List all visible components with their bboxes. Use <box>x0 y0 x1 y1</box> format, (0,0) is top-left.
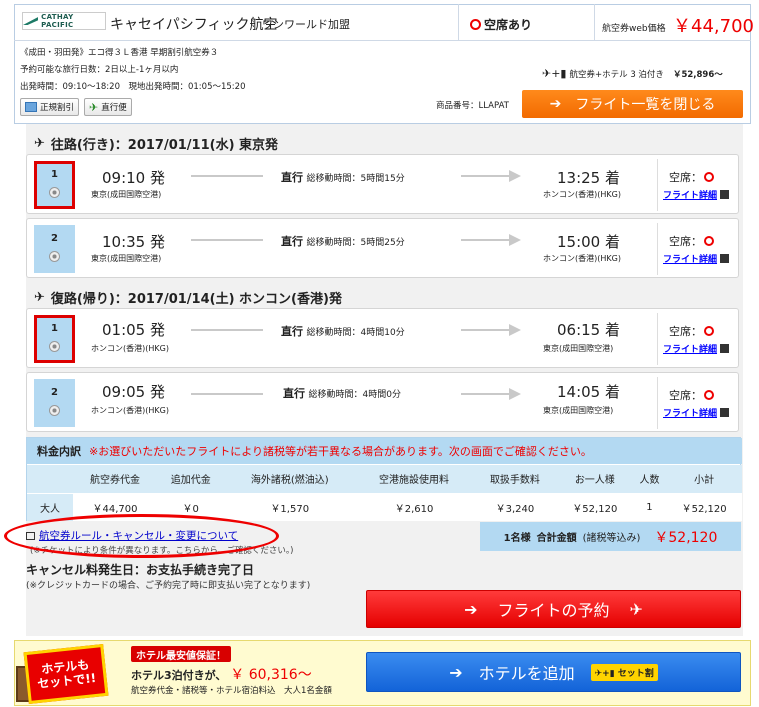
flight-row[interactable]: 1 09:10 発 東京(成田国際空港) 直行 総移動時間：5時間15分 13:… <box>26 154 739 214</box>
arrival-airport: ホンコン(香港)(HKG) <box>543 190 621 199</box>
webprice-label: 航空券web価格 <box>602 24 666 34</box>
hotel-set-badge: ホテルも セットで!! <box>23 643 109 705</box>
set-discount-badge: ✈+▮ セット割 <box>590 663 658 681</box>
flight-duration: 直行 総移動時間：5時間25分 <box>281 235 405 248</box>
available-circle-icon <box>704 326 714 336</box>
arrival-time: 13:25 着 <box>557 169 620 187</box>
dropdown-icon <box>720 344 730 353</box>
available-circle-icon <box>704 172 714 182</box>
flight-select-radio[interactable]: 1 <box>34 315 75 363</box>
highlight-ellipse <box>4 514 279 558</box>
add-hotel-button[interactable]: ➔ ホテルを追加 ✈+▮ セット割 <box>366 652 741 692</box>
tag-regular-discount: 正規割引 <box>20 98 80 116</box>
webprice-value: ￥44,700 <box>673 16 754 37</box>
arrival-plane-icon: ✈ <box>34 290 45 305</box>
available-circle-icon <box>470 19 481 30</box>
lowest-price-guarantee: ホテル最安値保証！ <box>131 646 231 662</box>
hotel-plan-info: ✈+▮ 航空券+ホテル 3 泊付き ￥52,896〜 <box>542 67 723 80</box>
inbound-title: ✈ 復路(帰り)：2017/01/14(土) ホンコン(香港)発 <box>34 290 342 307</box>
fee-table: 航空券代金 追加代金 海外諸税(燃油込) 空港施設使用料 取扱手数料 お一人様 … <box>27 465 742 521</box>
departure-airport: 東京(成田国際空港) <box>91 254 162 263</box>
fee-notice: ※お選びいただいたフライトにより諸税等が若干異なる場合があります。次の画面でご確… <box>89 445 592 458</box>
fee-title: 料金内訳 <box>37 445 81 458</box>
tag-direct-flight: ✈ 直行便 <box>84 98 132 116</box>
seat-status: 空席： <box>669 323 717 339</box>
alliance-label: ワンワールド加盟 <box>262 18 350 31</box>
flight-row[interactable]: 1 01:05 発 ホンコン(香港)(HKG) 直行 総移動時間：4時間10分 … <box>26 308 739 368</box>
availability-status: 空席あり <box>470 16 532 33</box>
seat-status: 空席： <box>669 233 717 249</box>
dropdown-icon <box>720 190 730 199</box>
arrow-right-icon: ➔ <box>464 599 478 619</box>
tag-icon <box>25 102 37 112</box>
airline-name: キャセイパシフィック航空 <box>110 17 278 33</box>
plane-hotel-icon: ✈+▮ <box>542 67 567 80</box>
flight-duration: 直行 総移動時間：4時間10分 <box>281 325 405 338</box>
arrival-time: 15:00 着 <box>557 233 620 251</box>
departure-airport: ホンコン(香港)(HKG) <box>91 344 169 353</box>
product-code: 商品番号：LLAPAT <box>436 101 509 111</box>
flight-select-radio[interactable]: 2 <box>34 225 75 273</box>
departure-times: 出発時間：09:10〜18:20 現地出発時間：01:05〜15:20 <box>20 82 246 92</box>
flight-select-radio[interactable]: 2 <box>34 379 75 427</box>
fee-breakdown: 料金内訳 ※お選びいただいたフライトにより諸税等が若干異なる場合があります。次の画… <box>26 437 742 521</box>
cancel-note: (※クレジットカードの場合、ご予約完了時に即支払い完了となります) <box>26 581 311 591</box>
available-circle-icon <box>704 236 714 246</box>
flight-detail-link[interactable]: フライト詳細 <box>663 252 730 265</box>
dropdown-icon <box>720 408 730 417</box>
flight-row[interactable]: 2 09:05 発 ホンコン(香港)(HKG) 直行 総移動時間：4時間0分 1… <box>26 372 739 432</box>
cancel-fee-title: キャンセル料発生日：お支払手続き完了日 <box>26 563 255 577</box>
arrival-airport: 東京(成田国際空港) <box>543 406 614 415</box>
available-circle-icon <box>704 390 714 400</box>
seat-status: 空席： <box>669 169 717 185</box>
book-flight-button[interactable]: ➔ フライトの予約 ✈ <box>366 590 741 628</box>
flight-select-radio[interactable]: 1 <box>34 161 75 209</box>
departure-time: 09:10 発 <box>102 169 165 187</box>
flight-row[interactable]: 2 10:35 発 東京(成田国際空港) 直行 総移動時間：5時間25分 15:… <box>26 218 739 278</box>
outbound-title: ✈ 往路(行き)：2017/01/11(水) 東京発 <box>34 136 279 153</box>
plane-icon: ✈ <box>89 100 99 114</box>
plane-icon: ✈ <box>629 599 643 619</box>
arrival-airport: ホンコン(香港)(HKG) <box>543 254 621 263</box>
flight-detail-link[interactable]: フライト詳細 <box>663 188 730 201</box>
departure-time: 01:05 発 <box>102 321 165 339</box>
departure-airport: 東京(成田国際空港) <box>91 190 162 199</box>
flight-duration: 直行 総移動時間：4時間0分 <box>283 387 401 400</box>
departure-plane-icon: ✈ <box>34 136 45 151</box>
fare-name: 《成田・羽田発》エコ得３Ｌ香港 早期割引航空券３ <box>20 48 219 58</box>
flight-detail-link[interactable]: フライト詳細 <box>663 406 730 419</box>
hotel-price-note: 航空券代金・諸税等・ホテル宿泊料込 大人1名金額 <box>131 686 332 696</box>
airline-logo: CATHAY PACIFIC <box>22 12 106 30</box>
hotel-set-price: ホテル3泊付きが、 ￥ 60,316〜 <box>131 667 312 683</box>
seat-status: 空席： <box>669 387 717 403</box>
close-flight-list-button[interactable]: ➔ フライト一覧を閉じる <box>522 90 743 118</box>
departure-time: 09:05 発 <box>102 383 165 401</box>
departure-airport: ホンコン(香港)(HKG) <box>91 406 169 415</box>
flight-detail-link[interactable]: フライト詳細 <box>663 342 730 355</box>
dropdown-icon <box>720 254 730 263</box>
arrow-right-icon: ➔ <box>549 96 562 112</box>
arrival-time: 06:15 着 <box>557 321 620 339</box>
departure-time: 10:35 発 <box>102 233 165 251</box>
arrow-right-icon: ➔ <box>449 662 463 682</box>
flight-duration: 直行 総移動時間：5時間15分 <box>281 171 405 184</box>
arrival-airport: 東京(成田国際空港) <box>543 344 614 353</box>
arrival-time: 14:05 着 <box>557 383 620 401</box>
travel-days: 予約可能な旅行日数：2日以上-1ヶ月以内 <box>20 65 179 75</box>
total-amount: 1名様 合計金額 (諸税等込み) ￥52,120 <box>480 522 741 551</box>
